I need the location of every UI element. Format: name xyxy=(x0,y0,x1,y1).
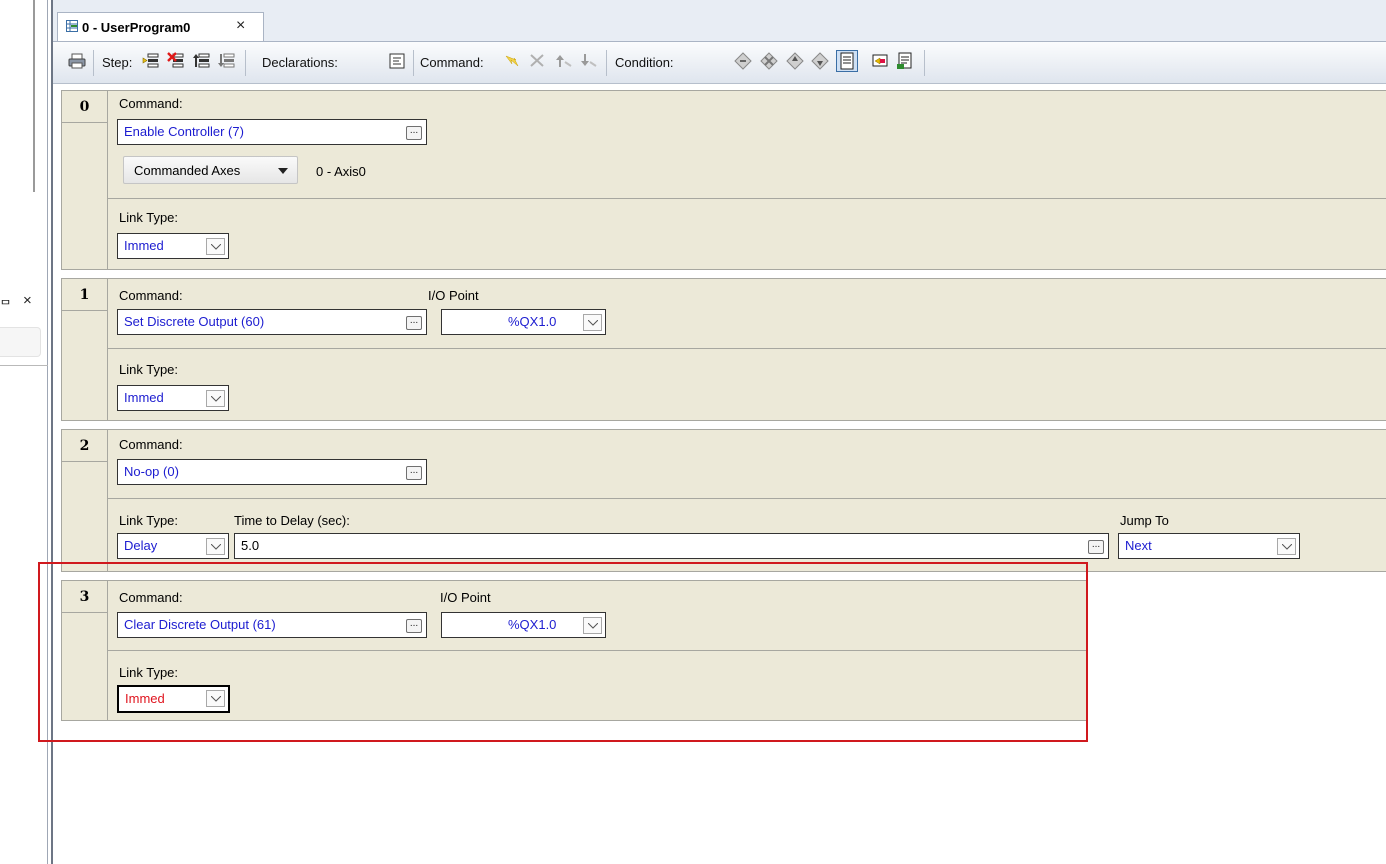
link-type-select[interactable]: Immed xyxy=(117,233,229,259)
print-icon[interactable] xyxy=(68,52,86,70)
left-panel-border xyxy=(47,0,48,864)
step-number-column: 3 xyxy=(62,581,108,720)
move-step-down-icon[interactable] xyxy=(218,52,236,70)
move-command-down-icon[interactable] xyxy=(580,52,598,70)
toolbar-separator xyxy=(606,50,607,76)
commanded-axes-dropdown[interactable]: Commanded Axes xyxy=(123,156,298,184)
dropdown-button[interactable] xyxy=(206,690,225,707)
chevron-down-icon xyxy=(1282,544,1292,550)
step-row-2: 2 Command: No-op (0) ... Link Type: Time… xyxy=(61,429,1386,572)
toolbar-separator xyxy=(245,50,246,76)
delete-step-icon[interactable] xyxy=(167,52,185,70)
move-step-up-icon[interactable] xyxy=(193,52,211,70)
toolbar-separator xyxy=(413,50,414,76)
link-type-select[interactable]: Immed xyxy=(117,385,229,411)
ellipsis-button[interactable]: ... xyxy=(1088,540,1104,554)
step-number-column: 1 xyxy=(62,279,108,420)
add-command-icon[interactable] xyxy=(504,52,522,70)
close-panel-icon[interactable]: × xyxy=(23,292,32,309)
chevron-down-icon xyxy=(211,544,221,550)
link-type-select[interactable]: Delay xyxy=(117,533,229,559)
close-tab-icon[interactable]: × xyxy=(236,17,245,35)
report-icon[interactable] xyxy=(896,52,914,70)
link-type-label: Link Type: xyxy=(119,210,179,225)
step-number: 3 xyxy=(79,589,90,605)
move-command-up-icon[interactable] xyxy=(555,52,573,70)
io-point-select[interactable]: %QX1.0 xyxy=(441,309,606,335)
declarations-icon[interactable] xyxy=(388,52,406,70)
io-point-label: I/O Point xyxy=(428,288,479,303)
dropdown-button[interactable] xyxy=(1277,538,1296,555)
dropdown-button[interactable] xyxy=(206,538,225,555)
command-label: Command: xyxy=(119,437,183,452)
dropdown-button[interactable] xyxy=(206,390,225,407)
step-number: 2 xyxy=(79,438,90,454)
left-panel-divider xyxy=(0,365,48,366)
compile-icon[interactable] xyxy=(871,52,889,70)
insert-step-icon[interactable] xyxy=(142,52,160,70)
view-mode-icon[interactable] xyxy=(836,50,858,72)
dropdown-button[interactable] xyxy=(583,617,602,634)
tab-title: 0 - UserProgram0 xyxy=(82,20,191,35)
dropdown-button[interactable] xyxy=(583,314,602,331)
pin-icon[interactable]: ᄆ xyxy=(0,296,11,313)
chevron-down-icon xyxy=(588,623,598,629)
axes-value: 0 - Axis0 xyxy=(316,164,366,179)
left-panel-search-input[interactable] xyxy=(0,327,41,357)
step-number: 1 xyxy=(79,287,90,303)
toolbar-separator xyxy=(93,50,94,76)
step-row-1: 1 Command: I/O Point Set Discrete Output… xyxy=(61,278,1386,421)
step-number-column: 0 xyxy=(62,91,108,269)
step-row-0: 0 Command: Enable Controller (7) ... Com… xyxy=(61,90,1386,270)
command-label: Command: xyxy=(119,96,183,111)
condition-label: Condition: xyxy=(615,55,674,70)
move-condition-down-icon[interactable] xyxy=(811,52,829,70)
chevron-down-icon xyxy=(211,244,221,250)
ellipsis-button[interactable]: ... xyxy=(406,126,422,140)
jump-to-select[interactable]: Next xyxy=(1118,533,1300,559)
io-point-label: I/O Point xyxy=(440,590,491,605)
command-field[interactable]: Enable Controller (7) ... xyxy=(117,119,427,145)
dropdown-button[interactable] xyxy=(206,238,225,255)
ellipsis-button[interactable]: ... xyxy=(406,619,422,633)
toolbar-separator xyxy=(924,50,925,76)
link-type-label: Link Type: xyxy=(119,362,179,377)
jump-to-label: Jump To xyxy=(1120,513,1169,528)
tab-userprogram0[interactable]: 0 - UserProgram0 × xyxy=(57,12,264,41)
left-dock-panel xyxy=(0,0,52,864)
left-panel-splitter[interactable] xyxy=(33,0,35,192)
chevron-down-icon xyxy=(211,396,221,402)
delete-command-icon[interactable] xyxy=(529,52,547,70)
link-type-label: Link Type: xyxy=(119,513,179,528)
link-type-select-error[interactable]: Immed xyxy=(117,685,230,713)
command-label: Command: xyxy=(119,288,183,303)
step-label: Step: xyxy=(102,55,133,70)
add-condition-icon[interactable] xyxy=(734,52,752,70)
command-field[interactable]: Clear Discrete Output (61) ... xyxy=(117,612,427,638)
delete-condition-icon[interactable] xyxy=(760,52,778,70)
command-label: Command: xyxy=(420,55,484,70)
chevron-down-icon xyxy=(588,320,598,326)
step-number-column: 2 xyxy=(62,430,108,571)
program-toolbar: Step: Declarations: Command: Condition: xyxy=(53,42,1386,84)
command-field[interactable]: Set Discrete Output (60) ... xyxy=(117,309,427,335)
time-to-delay-label: Time to Delay (sec): xyxy=(234,513,350,528)
command-field[interactable]: No-op (0) ... xyxy=(117,459,427,485)
ellipsis-button[interactable]: ... xyxy=(406,316,422,330)
declarations-label: Declarations: xyxy=(262,55,338,70)
link-type-label: Link Type: xyxy=(119,665,179,680)
ellipsis-button[interactable]: ... xyxy=(406,466,422,480)
step-number: 0 xyxy=(79,99,90,115)
time-to-delay-input[interactable]: 5.0 ... xyxy=(234,533,1109,559)
io-point-select[interactable]: %QX1.0 xyxy=(441,612,606,638)
program-grid-icon xyxy=(66,20,78,32)
chevron-down-icon xyxy=(278,168,288,174)
command-label: Command: xyxy=(119,590,183,605)
chevron-down-icon xyxy=(211,696,221,702)
step-row-3: 3 Command: I/O Point Clear Discrete Outp… xyxy=(61,580,1088,721)
move-condition-up-icon[interactable] xyxy=(786,52,804,70)
